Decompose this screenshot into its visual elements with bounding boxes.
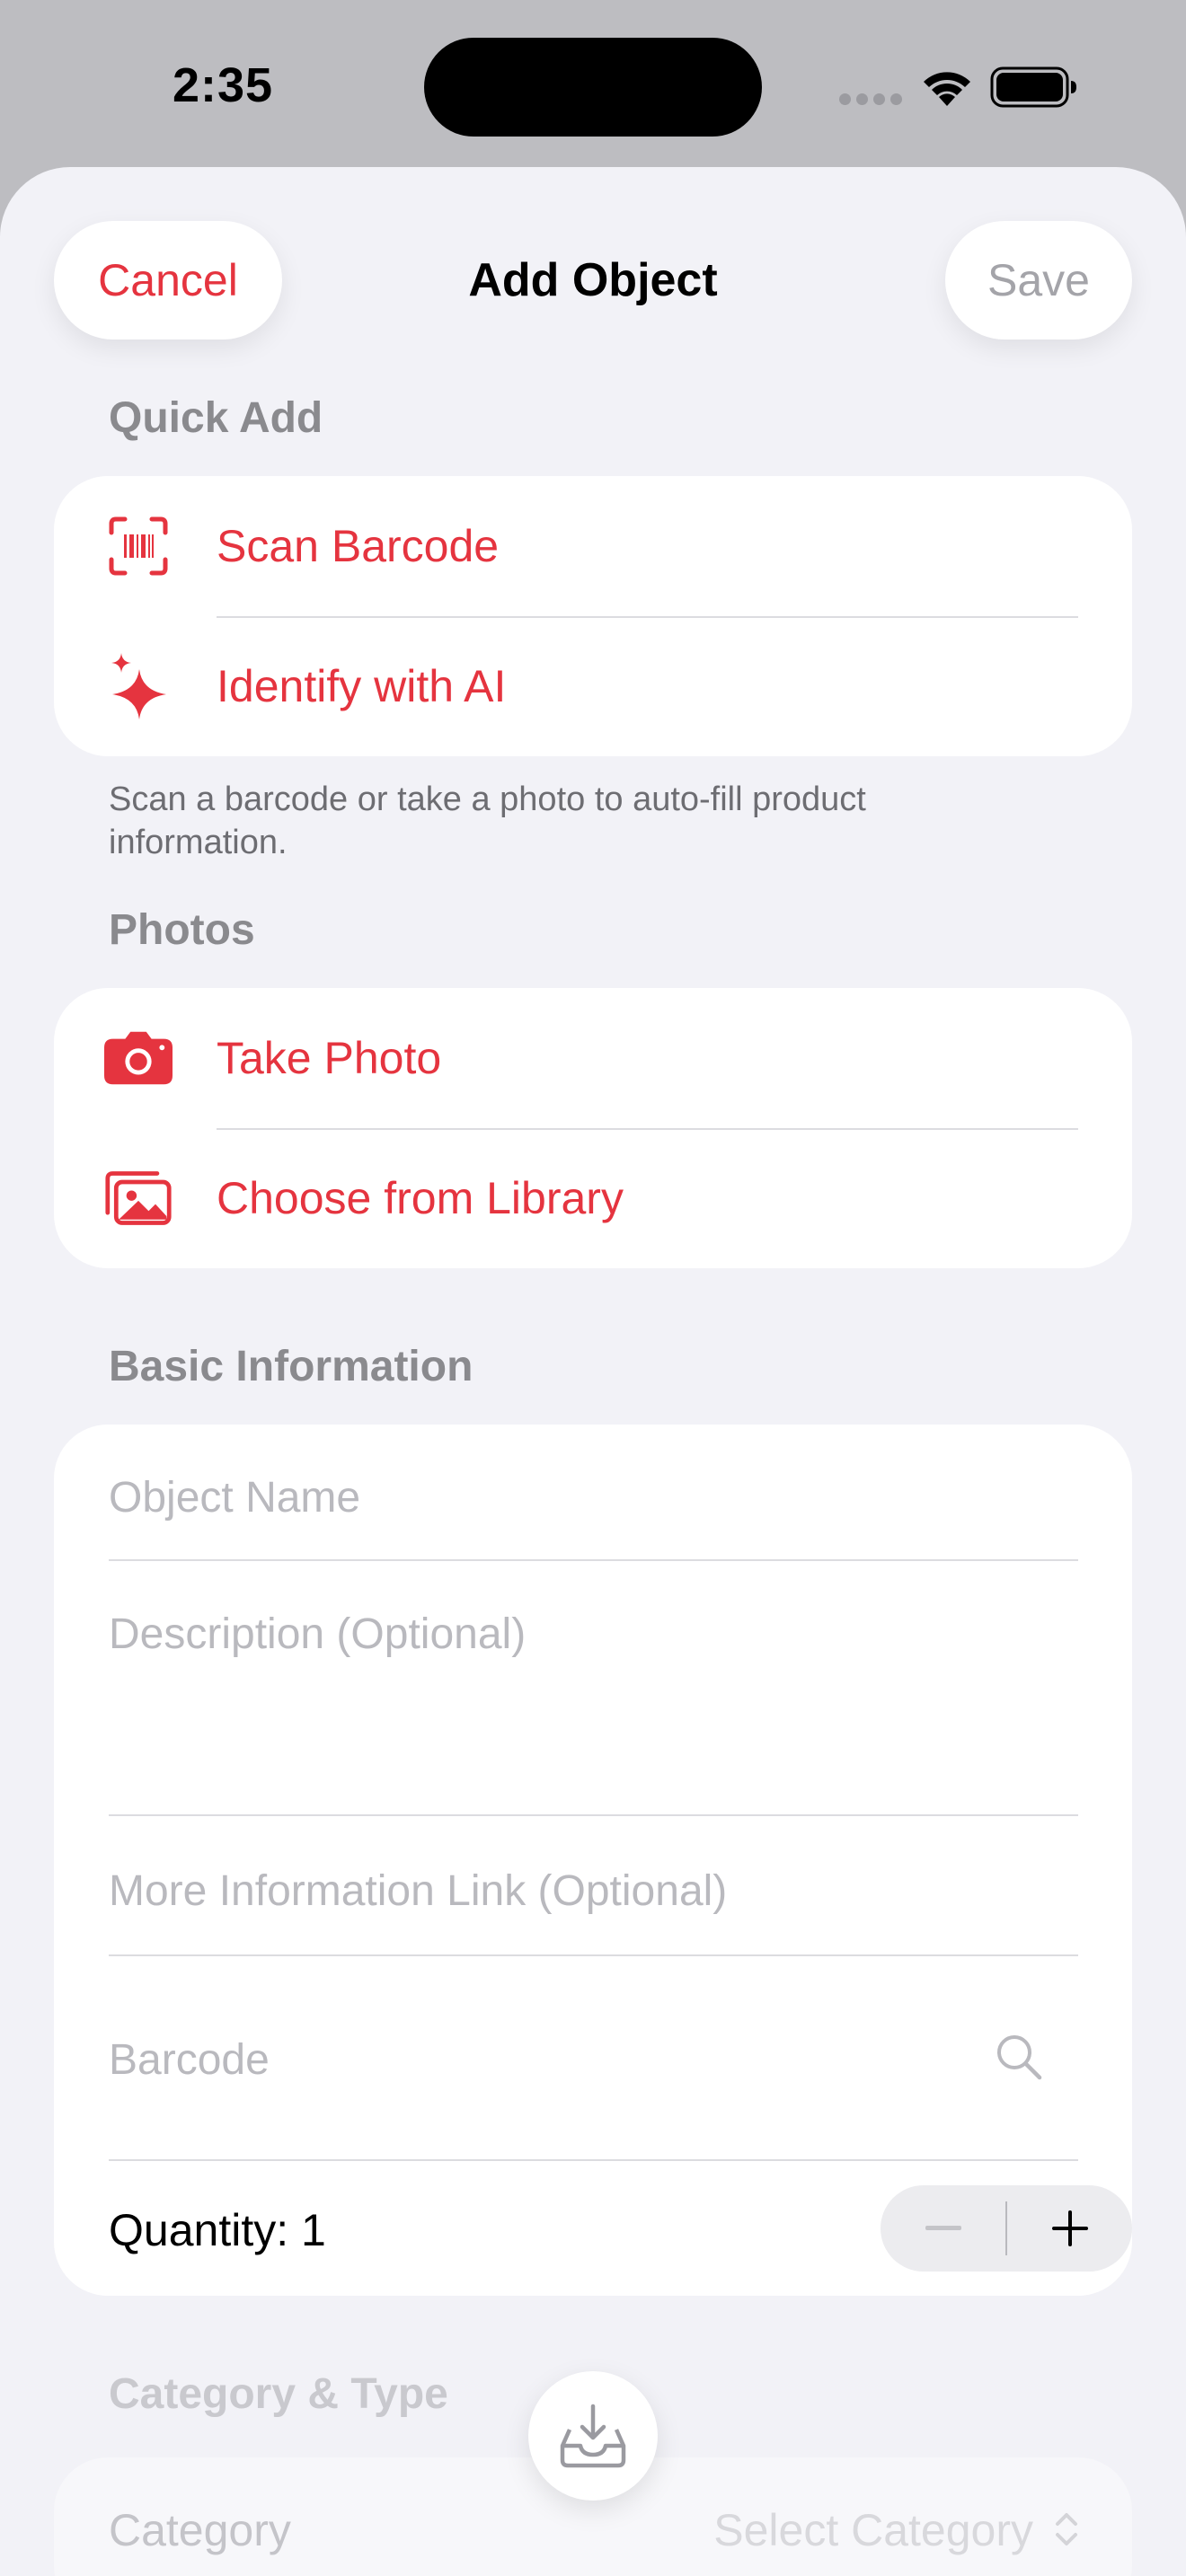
take-photo-label: Take Photo <box>217 1033 442 1083</box>
quantity-label: Quantity: 1 <box>109 2205 326 2255</box>
page-title: Add Object <box>468 254 718 306</box>
quick-add-footer: Scan a barcode or take a photo to auto-f… <box>109 781 866 861</box>
save-button[interactable]: Save <box>945 221 1132 340</box>
tray-download-icon <box>560 2404 626 2468</box>
cancel-button[interactable]: Cancel <box>54 221 282 340</box>
divider <box>109 1559 1078 1561</box>
divider <box>109 1954 1078 1956</box>
choose-library-row[interactable]: Choose from Library <box>54 1128 1132 1268</box>
plus-icon <box>1051 2210 1088 2246</box>
wifi-icon <box>924 72 970 106</box>
barcode-field[interactable]: Barcode <box>109 2035 270 2085</box>
search-icon[interactable] <box>994 2032 1044 2082</box>
identify-ai-row[interactable]: Identify with AI <box>54 616 1132 756</box>
basic-info-card: Object Name Description (Optional) More … <box>54 1425 1132 2296</box>
choose-library-label: Choose from Library <box>217 1173 624 1223</box>
battery-icon <box>990 66 1076 108</box>
status-time: 2:35 <box>173 58 274 112</box>
divider <box>109 2159 1078 2161</box>
quick-add-card: Scan Barcode Identify with AI <box>54 476 1132 756</box>
decrement-button[interactable] <box>881 2185 1005 2272</box>
photo-library-icon <box>104 1164 173 1232</box>
inbox-tray-button[interactable] <box>528 2371 658 2501</box>
cellular-signal-icon <box>839 93 902 108</box>
take-photo-row[interactable]: Take Photo <box>54 988 1132 1128</box>
section-header-category-type: Category & Type <box>109 2370 448 2418</box>
photos-card: Take Photo Choose from Library <box>54 988 1132 1268</box>
increment-button[interactable] <box>1007 2185 1132 2272</box>
object-name-field[interactable]: Object Name <box>109 1473 360 1522</box>
more-info-link-field[interactable]: More Information Link (Optional) <box>109 1866 727 1916</box>
add-object-sheet: Cancel Add Object Save Quick Add Scan Ba… <box>0 167 1186 2576</box>
minus-icon <box>925 2226 961 2230</box>
section-header-basic-information: Basic Information <box>109 1343 474 1390</box>
divider <box>109 1814 1078 1816</box>
barcode-scan-icon <box>104 512 173 580</box>
description-field[interactable]: Description (Optional) <box>109 1610 526 1659</box>
sparkles-icon <box>104 652 173 720</box>
dynamic-island <box>424 38 762 137</box>
section-header-photos: Photos <box>109 906 255 954</box>
scan-barcode-label: Scan Barcode <box>217 521 500 571</box>
chevron-up-down-icon <box>1056 2513 1077 2545</box>
quantity-stepper <box>881 2185 1132 2272</box>
identify-ai-label: Identify with AI <box>217 661 507 711</box>
status-bar: 2:35 <box>0 0 1186 167</box>
scan-barcode-row[interactable]: Scan Barcode <box>54 476 1132 616</box>
category-picker-value: Select Category <box>713 2505 1033 2555</box>
category-label: Category <box>109 2505 291 2555</box>
section-header-quick-add: Quick Add <box>109 394 323 442</box>
camera-icon <box>104 1024 173 1092</box>
